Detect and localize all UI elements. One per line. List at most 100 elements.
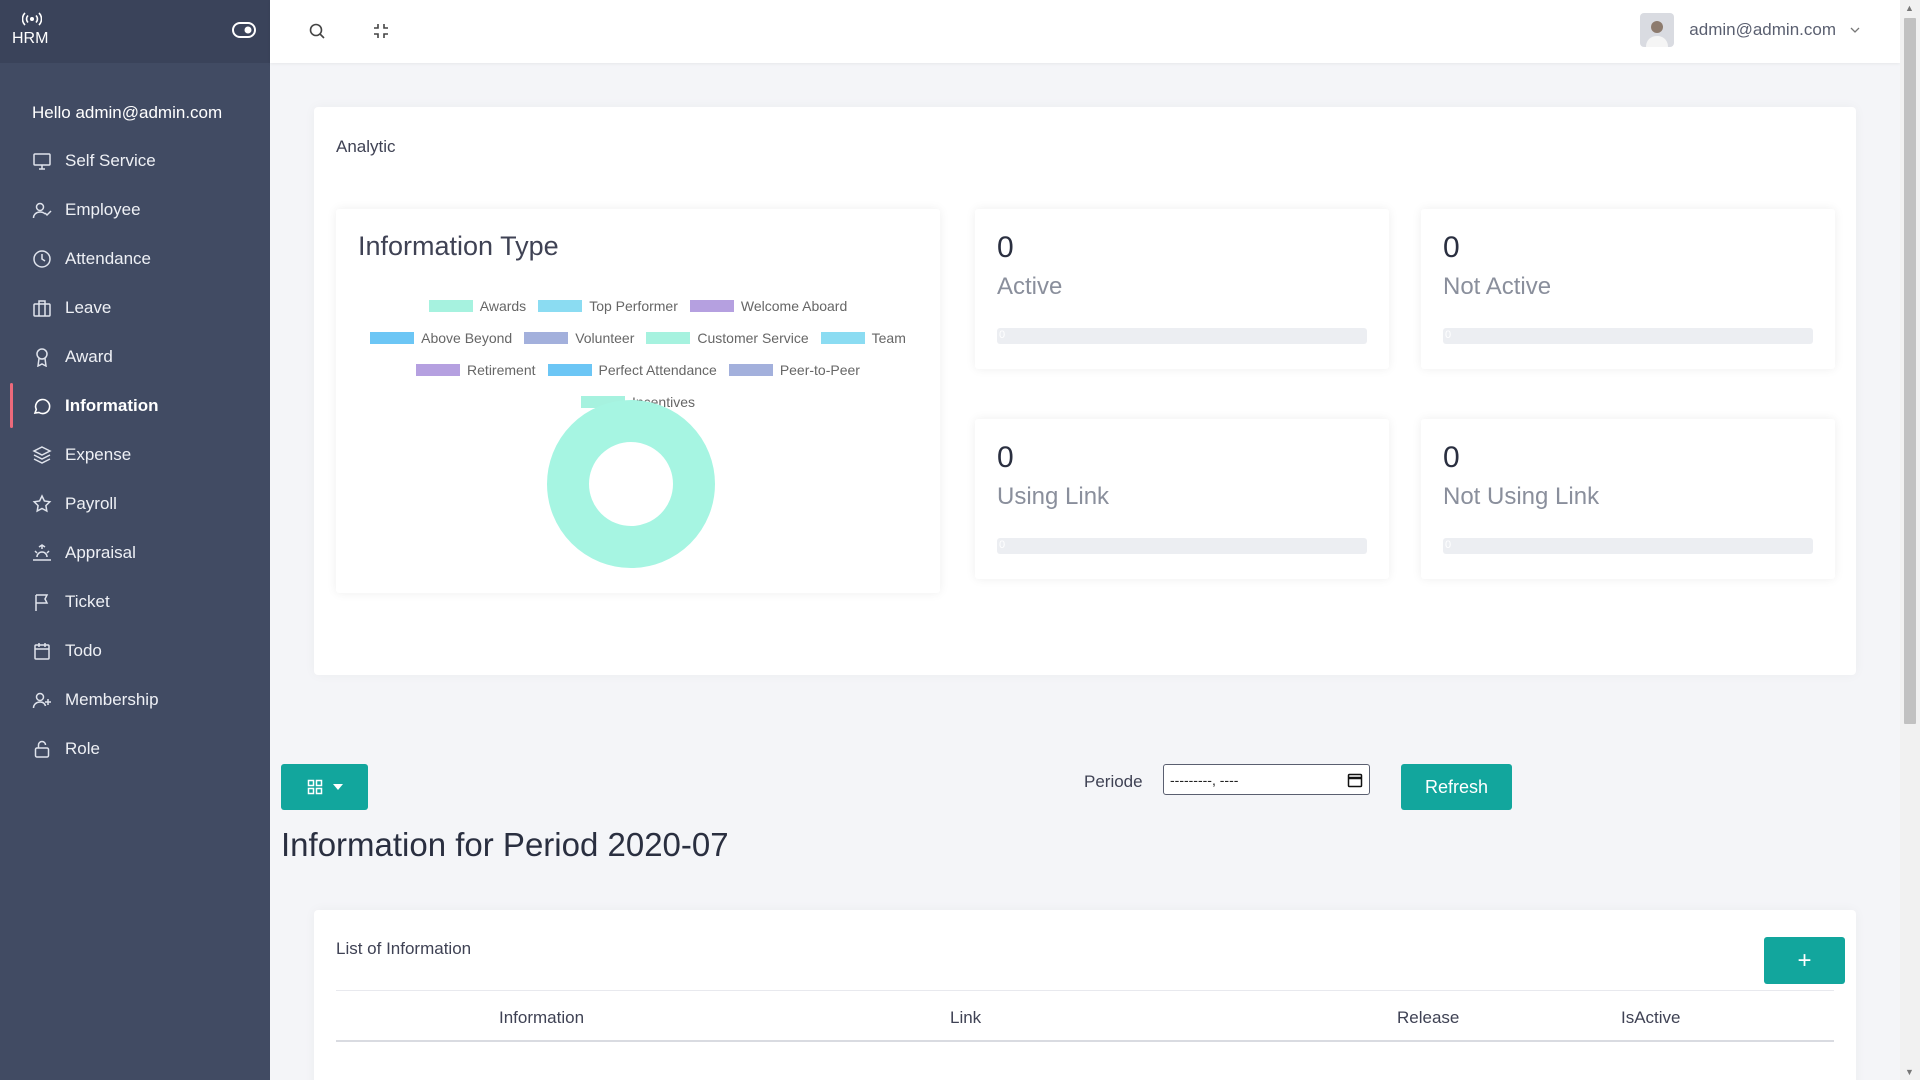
legend-item[interactable]: Awards bbox=[428, 297, 526, 315]
legend-swatch bbox=[646, 332, 691, 344]
stat-progress-text: 0 bbox=[999, 329, 1006, 341]
stat-value: 0 bbox=[1443, 231, 1460, 264]
sidebar-nav: Self Service Employee Attendance Leave A… bbox=[0, 136, 270, 773]
legend-swatch bbox=[538, 300, 583, 312]
stat-not-using-link: 0 Not Using Link 0 bbox=[1421, 419, 1835, 579]
stat-value: 0 bbox=[1443, 441, 1460, 474]
legend-swatch bbox=[728, 364, 773, 376]
sidebar-item-leave[interactable]: Leave bbox=[0, 283, 270, 332]
briefcase-icon bbox=[33, 299, 51, 317]
sidebar-item-label: Attendance bbox=[65, 248, 152, 268]
legend-swatch bbox=[524, 332, 569, 344]
legend-label: Retirement bbox=[467, 362, 536, 378]
list-title: List of Information bbox=[336, 939, 472, 958]
legend-label: Top Performer bbox=[589, 298, 678, 314]
refresh-button[interactable]: Refresh bbox=[1401, 764, 1512, 810]
sidebar-item-todo[interactable]: Todo bbox=[0, 626, 270, 675]
stat-progress-bar: 0 bbox=[997, 328, 1367, 344]
sidebar-item-attendance[interactable]: Attendance bbox=[0, 234, 270, 283]
legend-swatch bbox=[547, 364, 592, 376]
scroll-up-icon[interactable]: ▲ bbox=[1905, 3, 1914, 13]
chart-legend: Awards Top Performer Welcome Aboard Above B… bbox=[346, 297, 930, 411]
legend-item[interactable]: Above Beyond bbox=[370, 329, 512, 347]
calendar-icon bbox=[34, 642, 50, 660]
legend-label: Team bbox=[871, 330, 906, 346]
sidebar-item-label: Leave bbox=[65, 297, 112, 317]
flag-icon bbox=[35, 593, 49, 611]
monitor-icon bbox=[33, 152, 51, 170]
calendar-picker-icon[interactable] bbox=[1347, 772, 1363, 788]
user-check-icon bbox=[32, 202, 52, 218]
sidebar-toggle-icon[interactable] bbox=[232, 22, 256, 38]
page-scrollbar[interactable]: ▲ ▼ bbox=[1900, 0, 1920, 1080]
user-email: admin@admin.com bbox=[1689, 20, 1836, 39]
column-header-information[interactable]: Information bbox=[499, 1008, 584, 1028]
legend-item[interactable]: Perfect Attendance bbox=[547, 361, 717, 379]
clock-icon bbox=[33, 249, 51, 268]
layers-icon bbox=[32, 445, 52, 464]
search-icon[interactable] bbox=[308, 22, 326, 40]
stat-progress-bar: 0 bbox=[1443, 538, 1813, 554]
view-toggle-button[interactable] bbox=[281, 764, 368, 810]
sidebar-item-label: Expense bbox=[65, 444, 132, 464]
column-header-link[interactable]: Link bbox=[950, 1008, 981, 1028]
legend-label: Above Beyond bbox=[421, 330, 513, 346]
fullscreen-exit-icon[interactable] bbox=[372, 22, 390, 40]
donut-ring bbox=[547, 400, 715, 568]
sidebar-item-label: Self Service bbox=[65, 150, 156, 170]
legend-item[interactable]: Volunteer bbox=[524, 329, 634, 347]
stat-using-link: 0 Using Link 0 bbox=[975, 419, 1389, 579]
user-menu[interactable]: admin@admin.com bbox=[1640, 12, 1860, 48]
lock-icon bbox=[34, 740, 50, 758]
sidebar-item-label: Todo bbox=[65, 640, 102, 660]
analytic-title: Analytic bbox=[336, 137, 396, 156]
legend-swatch bbox=[370, 332, 415, 344]
legend-swatch bbox=[428, 300, 473, 312]
legend-item[interactable]: Top Performer bbox=[538, 297, 678, 315]
caret-down-icon bbox=[332, 784, 343, 790]
legend-item[interactable]: Peer-to-Peer bbox=[728, 361, 860, 379]
legend-item[interactable]: Team bbox=[820, 329, 906, 347]
stat-progress-text: 0 bbox=[1445, 539, 1452, 551]
sidebar-item-employee[interactable]: Employee bbox=[0, 185, 270, 234]
legend-item[interactable]: Welcome Aboard bbox=[689, 297, 847, 315]
sidebar-item-role[interactable]: Role bbox=[0, 724, 270, 773]
brand: HRM bbox=[0, 0, 270, 63]
sidebar-item-ticket[interactable]: Ticket bbox=[0, 577, 270, 626]
sidebar-item-information[interactable]: Information bbox=[0, 381, 270, 430]
analytic-card: Analytic Information Type Awards Top Perf… bbox=[314, 107, 1856, 675]
stat-progress-bar: 0 bbox=[997, 538, 1367, 554]
legend-label: Customer Service bbox=[697, 330, 809, 346]
avatar bbox=[1640, 13, 1675, 47]
sunrise-icon bbox=[33, 543, 51, 561]
legend-item[interactable]: Customer Service bbox=[646, 329, 809, 347]
broadcast-icon bbox=[22, 12, 42, 26]
page-title: Information for Period 2020-07 bbox=[281, 826, 729, 863]
periode-value: ---------, ---- bbox=[1170, 771, 1239, 788]
add-information-button[interactable]: + bbox=[1764, 937, 1845, 984]
column-header-isactive[interactable]: IsActive bbox=[1621, 1008, 1681, 1028]
user-plus-icon bbox=[32, 692, 51, 708]
legend-label: Volunteer bbox=[575, 330, 635, 346]
legend-item[interactable]: Retirement bbox=[416, 361, 536, 379]
stat-not-active: 0 Not Active 0 bbox=[1421, 209, 1835, 369]
information-type-chart: Information Type Awards Top Performer Welc… bbox=[336, 209, 940, 593]
scrollbar-thumb[interactable] bbox=[1904, 18, 1916, 724]
stat-label: Not Active bbox=[1443, 273, 1552, 300]
sidebar-item-payroll[interactable]: Payroll bbox=[0, 479, 270, 528]
stat-value: 0 bbox=[997, 231, 1014, 264]
stat-label: Active bbox=[997, 273, 1063, 300]
sidebar-item-appraisal[interactable]: Appraisal bbox=[0, 528, 270, 577]
sidebar-item-membership[interactable]: Membership bbox=[0, 675, 270, 724]
sidebar-item-expense[interactable]: Expense bbox=[0, 430, 270, 479]
scroll-down-icon[interactable]: ▼ bbox=[1905, 1067, 1914, 1077]
legend-label: Peer-to-Peer bbox=[779, 362, 860, 378]
sidebar-item-award[interactable]: Award bbox=[0, 332, 270, 381]
legend-swatch bbox=[689, 300, 734, 312]
sidebar-item-self-service[interactable]: Self Service bbox=[0, 136, 270, 185]
stat-progress-bar: 0 bbox=[1443, 328, 1813, 344]
periode-month-input[interactable]: ---------, ---- bbox=[1163, 764, 1370, 795]
sidebar-item-label: Payroll bbox=[65, 493, 117, 513]
sidebar-item-label: Ticket bbox=[65, 591, 110, 611]
column-header-release[interactable]: Release bbox=[1397, 1008, 1459, 1028]
